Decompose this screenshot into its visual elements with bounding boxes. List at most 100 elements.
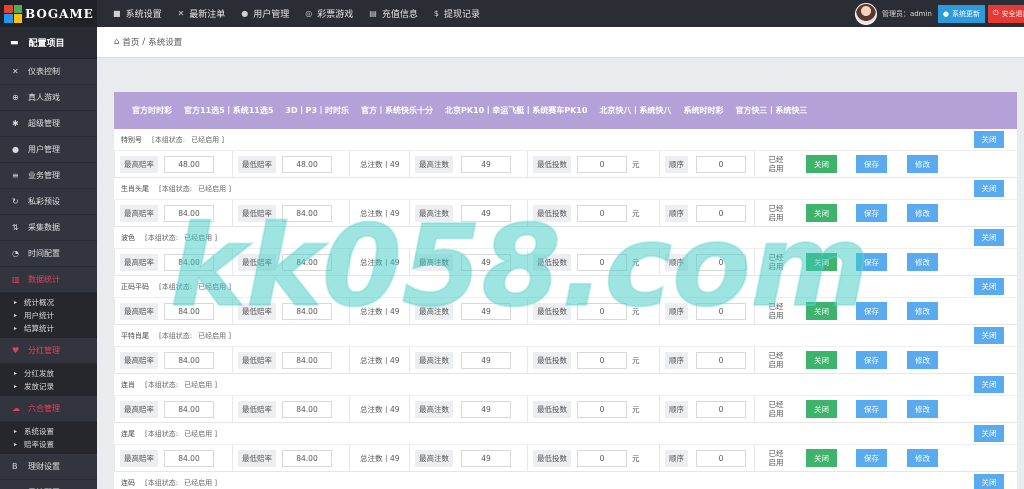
max-bets-input[interactable]: 49: [461, 253, 511, 271]
max-odds-input[interactable]: 84.00: [164, 302, 214, 320]
order-input[interactable]: 0: [696, 204, 746, 222]
max-odds-input[interactable]: 84.00: [164, 449, 214, 467]
sidebar-subitem[interactable]: ▸ 统计概况: [0, 296, 97, 309]
min-stake-input[interactable]: 0: [577, 351, 627, 369]
tab-7[interactable]: 官方快三丨系统快三: [729, 105, 813, 116]
min-stake-input[interactable]: 0: [577, 302, 627, 320]
save-button[interactable]: 保存: [856, 253, 887, 271]
sidebar-item[interactable]: ≡ 业务管理: [0, 163, 97, 189]
group-close-button[interactable]: 关闭: [974, 474, 1004, 489]
tab-1[interactable]: 官方11选5丨系统11选5: [178, 105, 279, 116]
min-odds-input[interactable]: 84.00: [282, 400, 332, 418]
edit-button[interactable]: 修改: [907, 302, 938, 320]
row-close-button[interactable]: 关闭: [806, 400, 837, 418]
save-button[interactable]: 保存: [856, 449, 887, 467]
tab-3[interactable]: 官方丨系统快乐十分: [355, 105, 439, 116]
sidebar-item[interactable]: ☁ 六合管理: [0, 396, 97, 422]
max-odds-input[interactable]: 84.00: [164, 204, 214, 222]
save-button[interactable]: 保存: [856, 302, 887, 320]
sidebar-item[interactable]: ✕ 仪表控制: [0, 59, 97, 85]
order-input[interactable]: 0: [696, 155, 746, 173]
sidebar-item[interactable]: ↻ 私彩预设: [0, 189, 97, 215]
topnav-item-0[interactable]: ■ 系统设置: [105, 0, 170, 27]
order-input[interactable]: 0: [696, 449, 746, 467]
group-close-button[interactable]: 关闭: [974, 131, 1004, 148]
max-odds-input[interactable]: 84.00: [164, 253, 214, 271]
max-bets-input[interactable]: 49: [461, 400, 511, 418]
group-close-button[interactable]: 关闭: [974, 425, 1004, 442]
group-close-button[interactable]: 关闭: [974, 229, 1004, 246]
order-input[interactable]: 0: [696, 351, 746, 369]
sidebar-subitem[interactable]: ▸ 发放记录: [0, 380, 97, 393]
tab-4[interactable]: 北京PK10丨幸运飞艇丨系统赛车PK10: [439, 105, 593, 116]
max-bets-input[interactable]: 49: [461, 155, 511, 173]
edit-button[interactable]: 修改: [907, 400, 938, 418]
row-close-button[interactable]: 关闭: [806, 449, 837, 467]
order-input[interactable]: 0: [696, 400, 746, 418]
edit-button[interactable]: 修改: [907, 204, 938, 222]
max-bets-input[interactable]: 49: [461, 449, 511, 467]
max-bets-input[interactable]: 49: [461, 204, 511, 222]
min-stake-input[interactable]: 0: [577, 253, 627, 271]
system-update-button[interactable]: ● 系统更新: [937, 4, 985, 23]
max-bets-input[interactable]: 49: [461, 302, 511, 320]
tab-2[interactable]: 3D丨P3丨时时乐: [279, 105, 355, 116]
avatar[interactable]: [854, 2, 877, 25]
sidebar-subitem[interactable]: ▸ 系统设置: [0, 425, 97, 438]
topnav-item-5[interactable]: $ 提现记录: [426, 0, 488, 27]
row-close-button[interactable]: 关闭: [806, 302, 837, 320]
row-close-button[interactable]: 关闭: [806, 351, 837, 369]
min-odds-input[interactable]: 84.00: [282, 351, 332, 369]
max-odds-input[interactable]: 48.00: [164, 155, 214, 173]
sidebar-subitem[interactable]: ▸ 用户统计: [0, 309, 97, 322]
min-stake-input[interactable]: 0: [577, 204, 627, 222]
breadcrumb-home[interactable]: 首页: [122, 36, 139, 48]
row-close-button[interactable]: 关闭: [806, 155, 837, 173]
topnav-item-2[interactable]: ● 用户管理: [233, 0, 297, 27]
row-close-button[interactable]: 关闭: [806, 253, 837, 271]
logout-button[interactable]: ⏻安全退出: [988, 4, 1024, 23]
save-button[interactable]: 保存: [856, 155, 887, 173]
max-bets-input[interactable]: 49: [461, 351, 511, 369]
min-stake-input[interactable]: 0: [577, 449, 627, 467]
max-odds-input[interactable]: 84.00: [164, 400, 214, 418]
min-odds-input[interactable]: 84.00: [282, 253, 332, 271]
edit-button[interactable]: 修改: [907, 155, 938, 173]
save-button[interactable]: 保存: [856, 351, 887, 369]
topnav-item-1[interactable]: ✕ 最新注单: [170, 0, 234, 27]
min-stake-input[interactable]: 0: [577, 155, 627, 173]
min-odds-input[interactable]: 84.00: [282, 302, 332, 320]
min-stake-input[interactable]: 0: [577, 400, 627, 418]
edit-button[interactable]: 修改: [907, 253, 938, 271]
topnav-item-4[interactable]: ▤ 充值信息: [361, 0, 426, 27]
sidebar-item[interactable]: ◔ 时间配置: [0, 241, 97, 267]
sidebar-item[interactable]: ● 用户管理: [0, 137, 97, 163]
row-close-button[interactable]: 关闭: [806, 204, 837, 222]
group-close-button[interactable]: 关闭: [974, 278, 1004, 295]
order-input[interactable]: 0: [696, 302, 746, 320]
sidebar-item[interactable]: ▥ 数据统计: [0, 267, 97, 293]
sidebar-item[interactable]: ▼风控配置: [0, 480, 97, 489]
edit-button[interactable]: 修改: [907, 351, 938, 369]
tab-0[interactable]: 官方时时彩: [126, 105, 178, 116]
sidebar-item[interactable]: ♥ 分红管理: [0, 338, 97, 364]
group-close-button[interactable]: 关闭: [974, 327, 1004, 344]
sidebar-item[interactable]: ✱ 超级管理: [0, 111, 97, 137]
logo[interactable]: BOGAME: [0, 0, 97, 27]
min-odds-input[interactable]: 48.00: [282, 155, 332, 173]
sidebar-subitem[interactable]: ▸ 分红发放: [0, 367, 97, 380]
tab-5[interactable]: 北京快八丨系统快八: [593, 105, 677, 116]
order-input[interactable]: 0: [696, 253, 746, 271]
min-odds-input[interactable]: 84.00: [282, 449, 332, 467]
sidebar-item[interactable]: B 理财设置: [0, 454, 97, 480]
sidebar-item[interactable]: ⊕ 真人游戏: [0, 85, 97, 111]
tab-6[interactable]: 系统时时彩: [677, 105, 729, 116]
sidebar-subitem[interactable]: ▸ 赔率设置: [0, 438, 97, 451]
edit-button[interactable]: 修改: [907, 449, 938, 467]
min-odds-input[interactable]: 84.00: [282, 204, 332, 222]
sidebar-item[interactable]: ⇅ 采集数据: [0, 215, 97, 241]
max-odds-input[interactable]: 84.00: [164, 351, 214, 369]
group-close-button[interactable]: 关闭: [974, 376, 1004, 393]
sidebar-subitem[interactable]: ▸ 结算统计: [0, 322, 97, 335]
topnav-item-3[interactable]: ◎ 彩票游戏: [297, 0, 361, 27]
